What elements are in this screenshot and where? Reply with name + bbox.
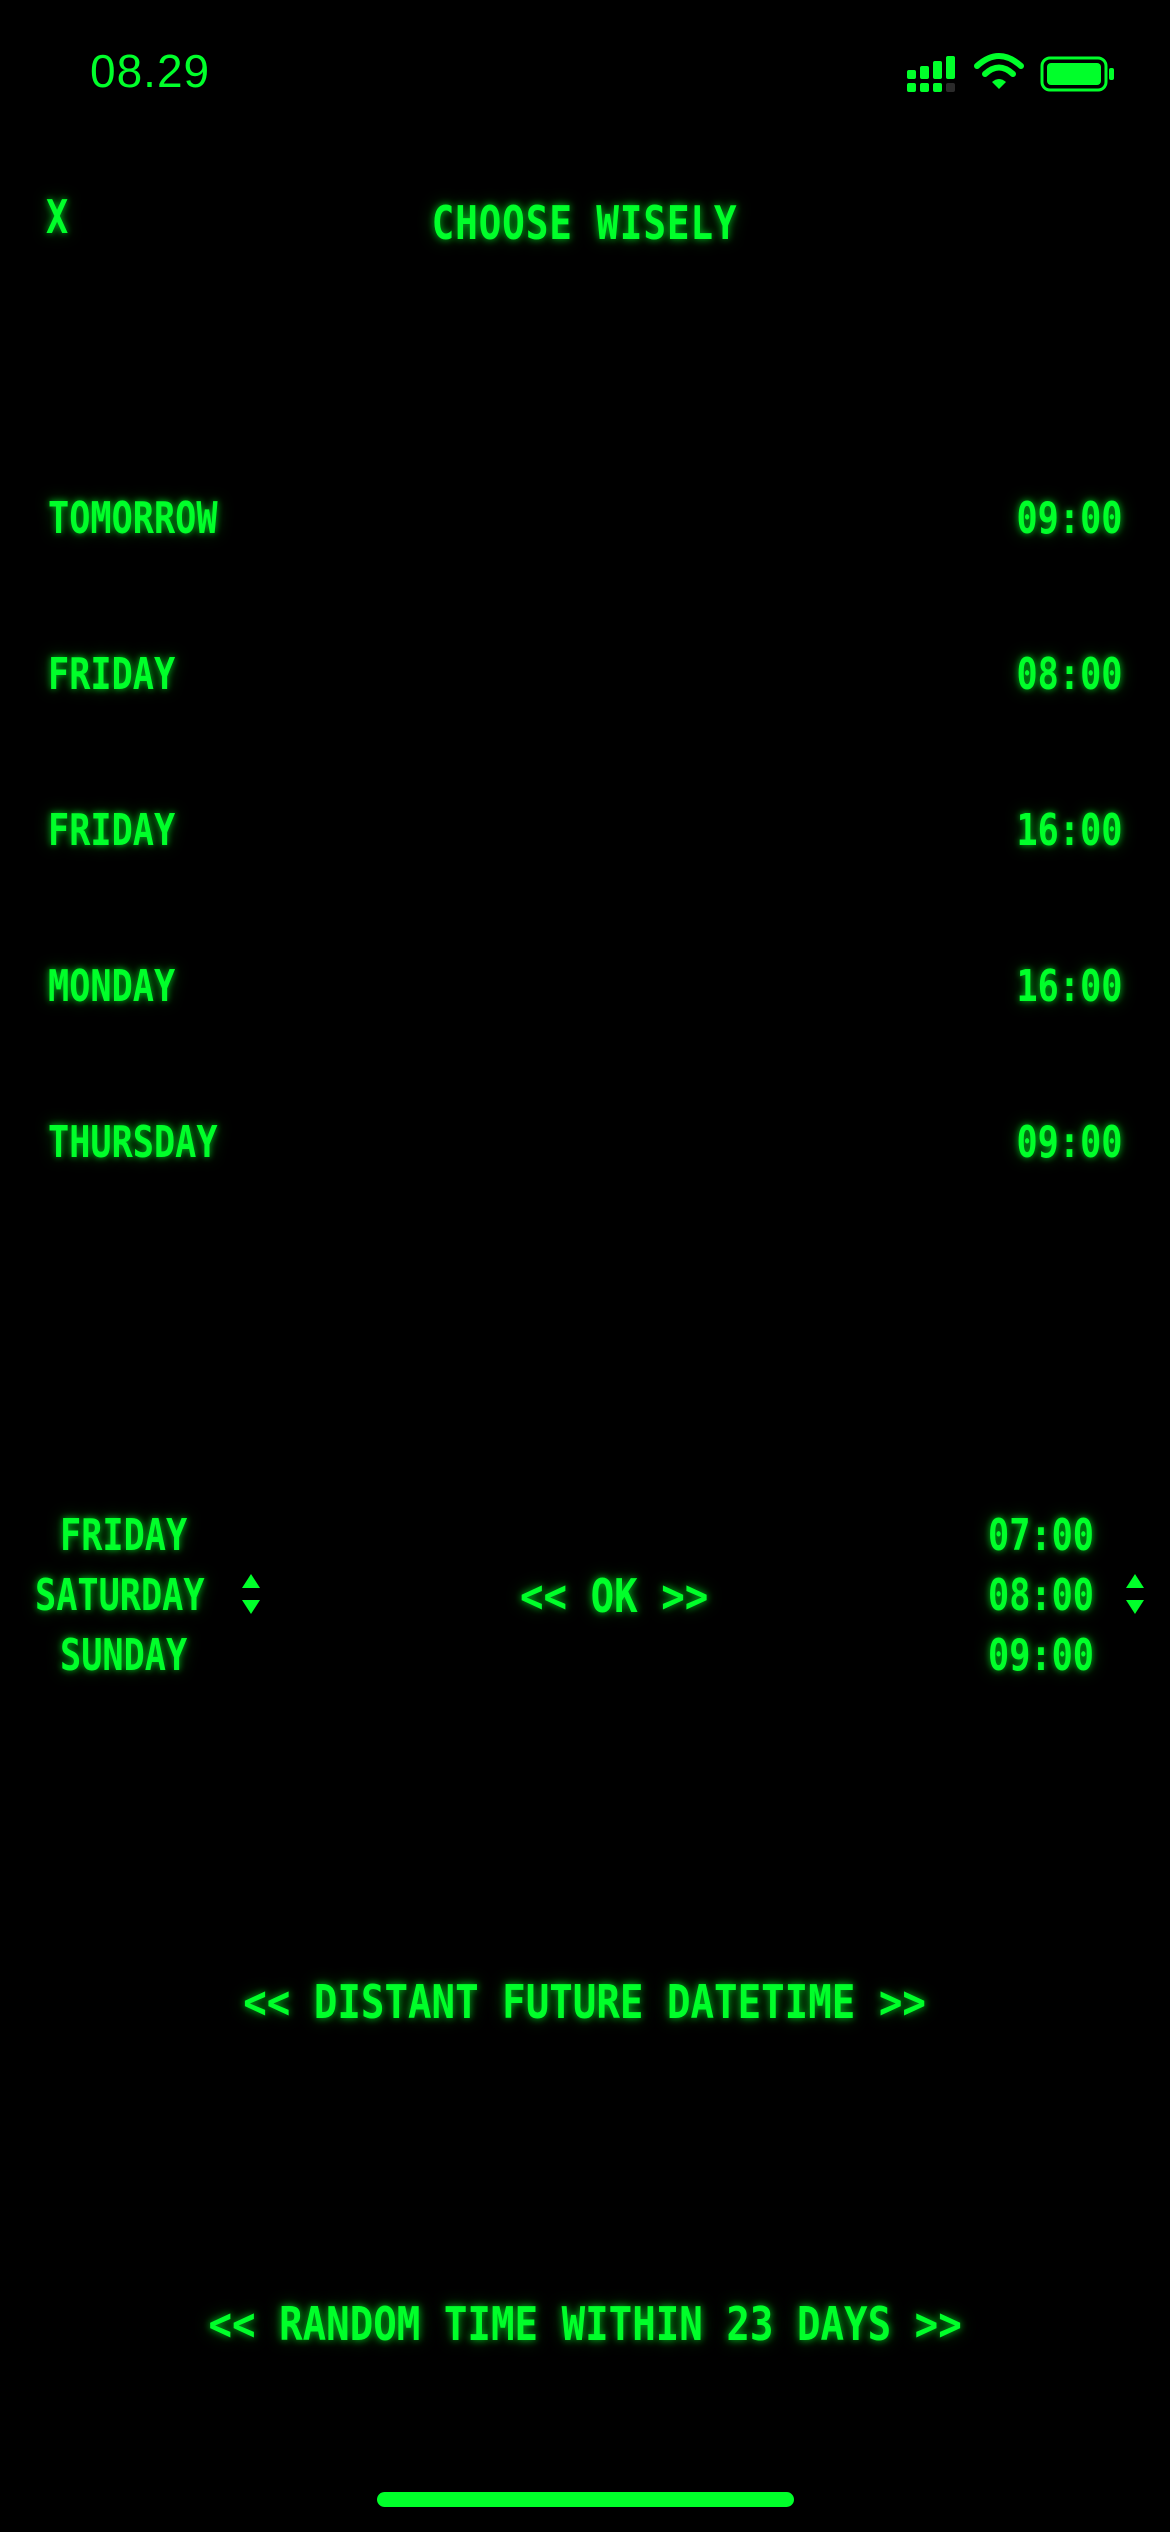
- time-picker-prev[interactable]: 07:00: [988, 1506, 1094, 1566]
- signal-icon: [907, 56, 955, 92]
- time-picker-next[interactable]: 09:00: [988, 1626, 1094, 1686]
- option-row-3[interactable]: FRIDAY 16:00: [48, 796, 1122, 866]
- option-day: MONDAY: [48, 961, 176, 1012]
- option-time: 09:00: [1016, 1117, 1122, 1168]
- option-day: TOMORROW: [48, 493, 218, 544]
- battery-icon: [1040, 56, 1114, 92]
- option-time: 08:00: [1016, 649, 1122, 700]
- option-day: FRIDAY: [48, 805, 176, 856]
- option-time: 16:00: [1016, 961, 1122, 1012]
- time-picker[interactable]: 07:00 08:00 09:00: [0, 0, 1094, 1681]
- day-stepper-icon[interactable]: [240, 1572, 262, 1616]
- option-day: FRIDAY: [48, 649, 176, 700]
- option-row-5[interactable]: THURSDAY 09:00: [48, 1108, 1122, 1178]
- wifi-icon: [974, 53, 1024, 89]
- ok-button[interactable]: << OK >>: [520, 1566, 708, 1626]
- home-indicator[interactable]: [377, 2492, 794, 2507]
- day-picker-selected[interactable]: SATURDAY: [35, 1566, 205, 1626]
- option-day: THURSDAY: [48, 1117, 218, 1168]
- distant-future-button[interactable]: << DISTANT FUTURE DATETIME >>: [0, 1972, 1170, 2032]
- time-picker-selected[interactable]: 08:00: [988, 1566, 1094, 1626]
- status-time: 08.29: [90, 45, 211, 97]
- option-row-4[interactable]: MONDAY 16:00: [48, 952, 1122, 1022]
- option-row-2[interactable]: FRIDAY 08:00: [48, 640, 1122, 710]
- page-title: CHOOSE WISELY: [432, 196, 738, 250]
- time-stepper-icon[interactable]: [1124, 1572, 1146, 1616]
- option-row-1[interactable]: TOMORROW 09:00: [48, 484, 1122, 554]
- random-time-button[interactable]: << RANDOM TIME WITHIN 23 DAYS >>: [0, 2294, 1170, 2354]
- day-picker-next[interactable]: SUNDAY: [60, 1626, 187, 1686]
- option-time: 16:00: [1016, 805, 1122, 856]
- day-picker-prev[interactable]: FRIDAY: [60, 1506, 187, 1566]
- option-time: 09:00: [1016, 493, 1122, 544]
